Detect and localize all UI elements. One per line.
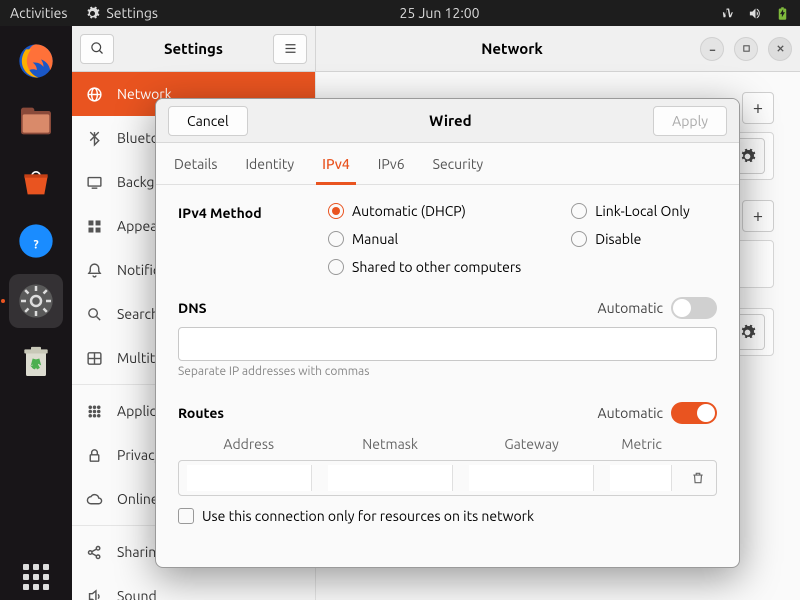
route-address-input[interactable] (187, 465, 312, 491)
activities-button[interactable]: Activities (10, 5, 67, 21)
dialog-title: Wired (429, 112, 472, 129)
network-icon (721, 6, 736, 21)
route-metric-input[interactable] (610, 465, 672, 491)
tab-ipv6[interactable]: IPv6 (378, 143, 405, 184)
tab-ipv4[interactable]: IPv4 (322, 143, 350, 184)
routes-auto-switch[interactable] (671, 402, 717, 424)
route-row (179, 461, 716, 495)
window-maximize[interactable] (734, 37, 758, 61)
search-icon (90, 41, 105, 56)
apply-button[interactable]: Apply (653, 106, 727, 136)
menu-button[interactable] (273, 34, 307, 64)
resources-checkbox[interactable] (178, 508, 194, 524)
search-button[interactable] (80, 34, 114, 64)
dock-firefox[interactable] (9, 34, 63, 88)
tab-details[interactable]: Details (174, 143, 217, 184)
window-close[interactable] (768, 37, 792, 61)
dns-heading: DNS (178, 300, 207, 316)
sidebar-title: Settings (114, 40, 273, 57)
apps-icon (86, 403, 103, 420)
add-vpn-button[interactable]: + (742, 200, 774, 232)
topbar-status[interactable] (721, 6, 790, 21)
hamburger-icon (283, 41, 298, 56)
bt-icon (86, 130, 103, 147)
dock-show-apps[interactable] (0, 564, 72, 590)
lock-icon (86, 447, 103, 464)
globe-icon (86, 86, 103, 103)
grid-icon (86, 218, 103, 235)
dns-hint: Separate IP addresses with commas (178, 365, 717, 378)
col-address: Address (178, 432, 319, 456)
radio-disable[interactable]: Disable (571, 231, 690, 247)
col-gateway: Gateway (461, 432, 602, 456)
content-title: Network (324, 40, 700, 57)
topbar-app[interactable]: Settings (85, 5, 158, 21)
dock-settings[interactable] (9, 274, 63, 328)
gear-icon (739, 148, 756, 165)
resources-checkbox-label: Use this connection only for resources o… (202, 508, 534, 524)
radio-link-local-only[interactable]: Link-Local Only (571, 203, 690, 219)
gear-icon (739, 324, 756, 341)
volume-icon (748, 6, 763, 21)
dock-trash[interactable] (9, 334, 63, 388)
routes-heading: Routes (178, 405, 224, 421)
battery-icon (775, 6, 790, 21)
route-gateway-input[interactable] (469, 465, 594, 491)
dialog-tabs: Details Identity IPv4 IPv6 Security (156, 143, 739, 185)
search-icon (86, 306, 103, 323)
bell-icon (86, 262, 103, 279)
dns-auto-switch[interactable] (671, 297, 717, 319)
radio-shared-to-other-computers[interactable]: Shared to other computers (328, 259, 521, 275)
share-icon (86, 544, 103, 561)
sliders-icon (86, 350, 103, 367)
gnome-topbar: Activities Settings 25 Jun 12:00 (0, 0, 800, 26)
window-minimize[interactable] (700, 37, 724, 61)
settings-headerbar: Settings Network (72, 26, 800, 72)
trash-icon[interactable] (691, 471, 705, 485)
dock-software[interactable] (9, 154, 63, 208)
ipv4-method-label: IPv4 Method (178, 203, 288, 275)
dns-auto-label: Automatic (598, 300, 663, 316)
sound-icon (86, 588, 103, 600)
tab-identity[interactable]: Identity (245, 143, 294, 184)
dock-help[interactable]: ? (9, 214, 63, 268)
col-metric: Metric (602, 432, 681, 456)
add-wired-button[interactable]: + (742, 92, 774, 124)
routes-auto-label: Automatic (598, 405, 663, 421)
dialog-header: Cancel Wired Apply (156, 99, 739, 143)
dock-files[interactable] (9, 94, 63, 148)
tab-security[interactable]: Security (433, 143, 484, 184)
ubuntu-dock: ? (0, 26, 72, 600)
dns-input[interactable] (178, 327, 717, 361)
route-netmask-input[interactable] (328, 465, 453, 491)
wired-settings-dialog: Cancel Wired Apply Details Identity IPv4 IP… (155, 98, 740, 568)
radio-automatic-dhcp-[interactable]: Automatic (DHCP) (328, 203, 521, 219)
display-icon (86, 174, 103, 191)
gear-icon (85, 6, 100, 21)
radio-manual[interactable]: Manual (328, 231, 521, 247)
col-netmask: Netmask (319, 432, 460, 456)
svg-text:?: ? (33, 239, 38, 252)
cancel-button[interactable]: Cancel (168, 106, 248, 136)
topbar-clock[interactable]: 25 Jun 12:00 (158, 5, 721, 21)
cloud-icon (86, 491, 103, 508)
sidebar-item-sound[interactable]: Sound (72, 574, 315, 600)
